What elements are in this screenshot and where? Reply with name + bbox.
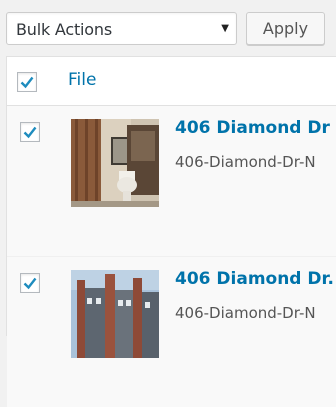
- dropdown-caret-icon: ▼: [221, 23, 229, 34]
- file-name: 406-Diamond-Dr-N: [175, 304, 316, 322]
- file-title-link[interactable]: 406 Diamond Dr.: [175, 269, 334, 289]
- bulk-actions-toolbar: Bulk Actions ▼ Apply: [0, 0, 336, 56]
- checkmark-icon: [23, 126, 37, 139]
- file-title-link[interactable]: 406 Diamond Dr: [175, 118, 330, 138]
- table-header-row: File: [7, 57, 336, 106]
- checkmark-icon: [20, 76, 34, 89]
- bulk-actions-selected-value: Bulk Actions: [16, 20, 112, 39]
- bulk-actions-select[interactable]: Bulk Actions ▼: [6, 12, 237, 45]
- table-row: 406 Diamond Dr. 406-Diamond-Dr-N: [7, 256, 336, 407]
- file-column-header[interactable]: File: [68, 70, 96, 90]
- checkmark-icon: [23, 277, 37, 290]
- apply-button[interactable]: Apply: [246, 12, 325, 45]
- row-checkbox[interactable]: [20, 122, 40, 142]
- bathroom-photo-thumbnail[interactable]: [71, 119, 159, 207]
- file-name: 406-Diamond-Dr-N: [175, 153, 316, 171]
- row-checkbox[interactable]: [20, 273, 40, 293]
- table-row: 406 Diamond Dr 406-Diamond-Dr-N: [7, 106, 336, 256]
- media-list-table: File 406 Diamond Dr 406-Diamond-Dr-N 406…: [6, 56, 336, 407]
- select-all-checkbox[interactable]: [17, 72, 37, 92]
- building-exterior-photo-thumbnail[interactable]: [71, 270, 159, 358]
